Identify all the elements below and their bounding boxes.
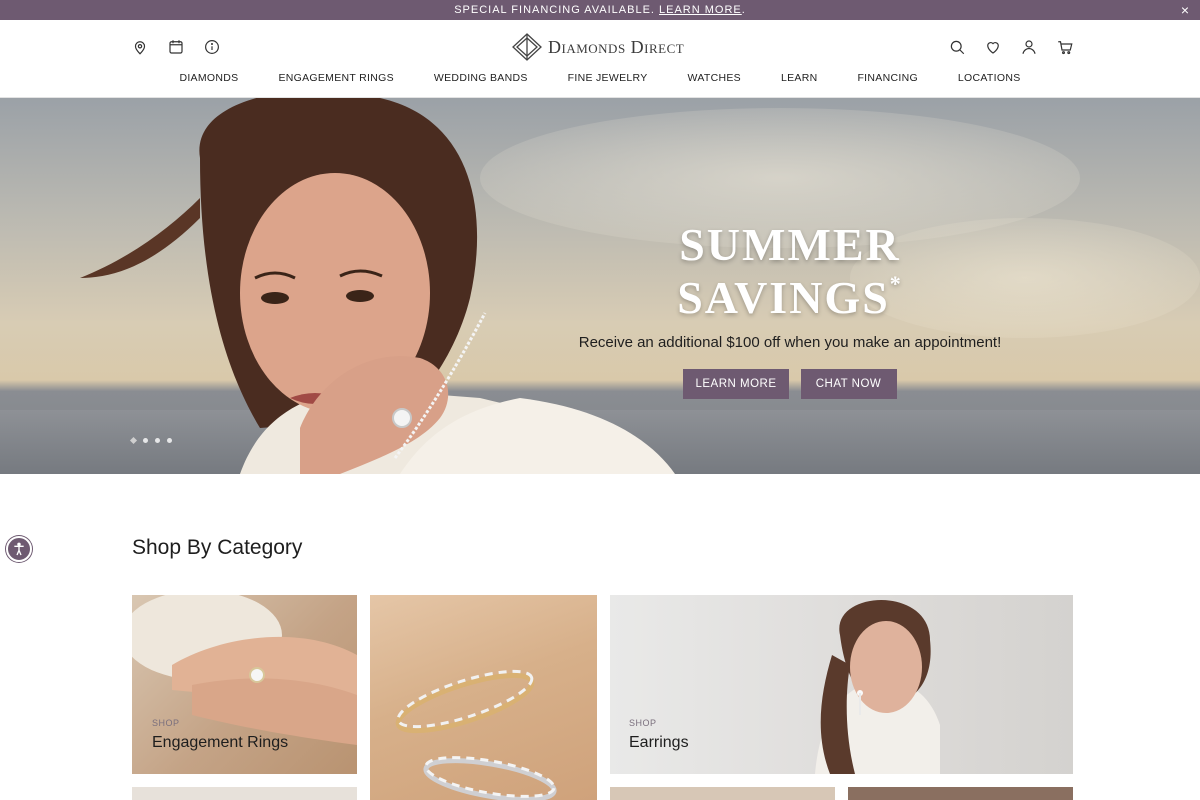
cart-icon[interactable] bbox=[1056, 38, 1074, 56]
nav-item-engagement-rings[interactable]: ENGAGEMENT RINGS bbox=[278, 72, 393, 84]
accessibility-icon bbox=[14, 542, 24, 556]
promo-period: . bbox=[741, 4, 746, 16]
hero-buttons: LEARN MORE CHAT NOW bbox=[560, 369, 1020, 399]
category-tile-wedding-bands[interactable] bbox=[370, 595, 597, 800]
promo-text: SPECIAL FINANCING AVAILABLE. bbox=[454, 4, 655, 16]
category-tile[interactable] bbox=[610, 787, 835, 800]
utility-right bbox=[948, 38, 1074, 56]
logo[interactable]: Diamonds Direct bbox=[512, 33, 684, 61]
main-nav: DIAMONDS ENGAGEMENT RINGS WEDDING BANDS … bbox=[0, 72, 1200, 84]
nav-item-financing[interactable]: FINANCING bbox=[857, 72, 917, 84]
tile-shop-label: SHOP bbox=[152, 718, 180, 728]
category-tile-earrings[interactable]: SHOP Earrings bbox=[610, 595, 1073, 774]
hero-banner[interactable]: SUMMER SAVINGS* Receive an additional $1… bbox=[0, 98, 1200, 474]
carousel-dot-3[interactable] bbox=[155, 438, 160, 443]
category-tile-engagement-rings[interactable]: SHOP Engagement Rings bbox=[132, 595, 357, 774]
logo-text: Diamonds Direct bbox=[548, 36, 685, 57]
nav-item-diamonds[interactable]: DIAMONDS bbox=[179, 72, 238, 84]
carousel-dot-2[interactable] bbox=[143, 438, 148, 443]
promo-bar: SPECIAL FINANCING AVAILABLE. LEARN MORE … bbox=[0, 0, 1200, 20]
category-tile[interactable] bbox=[848, 787, 1073, 800]
heart-icon[interactable] bbox=[984, 38, 1002, 56]
category-image bbox=[395, 669, 557, 800]
hero-title-asterisk: * bbox=[889, 271, 903, 296]
carousel-dot-4[interactable] bbox=[167, 438, 172, 443]
site-header: Diamonds Direct DIAMONDS ENGAGEMENT RING… bbox=[0, 20, 1200, 98]
category-tile[interactable] bbox=[132, 787, 357, 800]
hero-title-text: SUMMER SAVINGS bbox=[677, 219, 901, 323]
tile-category-label: Earrings bbox=[629, 734, 689, 751]
nav-item-locations[interactable]: LOCATIONS bbox=[958, 72, 1021, 84]
location-pin-icon[interactable] bbox=[131, 38, 149, 56]
hero-copy: SUMMER SAVINGS* Receive an additional $1… bbox=[560, 218, 1020, 399]
accessibility-button[interactable] bbox=[6, 536, 32, 562]
tile-category-label: Engagement Rings bbox=[152, 734, 289, 751]
learn-more-button[interactable]: LEARN MORE bbox=[683, 369, 789, 399]
diamond-logo-icon bbox=[512, 33, 542, 61]
nav-item-watches[interactable]: WATCHES bbox=[688, 72, 741, 84]
carousel-dots bbox=[129, 436, 172, 445]
nav-item-learn[interactable]: LEARN bbox=[781, 72, 818, 84]
nav-item-wedding-bands[interactable]: WEDDING BANDS bbox=[434, 72, 528, 84]
calendar-icon[interactable] bbox=[167, 38, 185, 56]
carousel-dot-1[interactable] bbox=[129, 436, 138, 445]
shop-by-category-title: Shop By Category bbox=[132, 536, 303, 559]
hero-title: SUMMER SAVINGS* bbox=[560, 218, 1020, 324]
hero-subtitle: Receive an additional $100 off when you … bbox=[578, 334, 1002, 351]
tile-shop-label: SHOP bbox=[629, 718, 657, 728]
close-icon[interactable]: × bbox=[1181, 2, 1190, 18]
search-icon[interactable] bbox=[948, 38, 966, 56]
chat-now-button[interactable]: CHAT NOW bbox=[800, 369, 897, 399]
user-icon[interactable] bbox=[1020, 38, 1038, 56]
info-icon[interactable] bbox=[203, 38, 221, 56]
utility-left bbox=[131, 38, 221, 56]
promo-learn-more-link[interactable]: LEARN MORE bbox=[659, 4, 742, 16]
nav-item-fine-jewelry[interactable]: FINE JEWELRY bbox=[568, 72, 648, 84]
